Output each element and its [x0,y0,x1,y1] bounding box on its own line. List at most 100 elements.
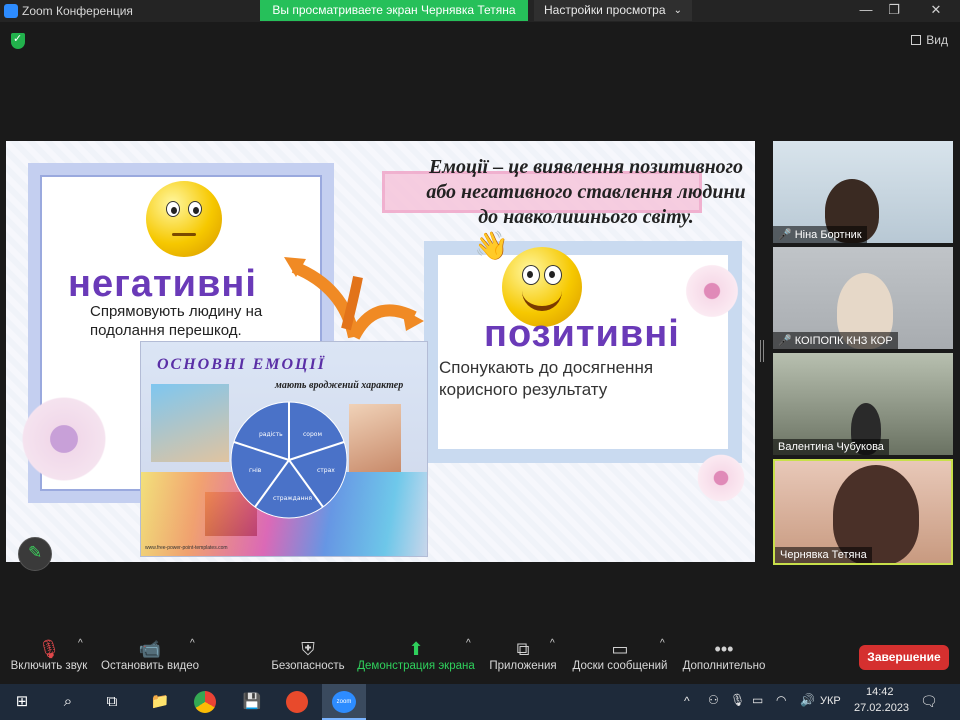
participant-name: Чернявка Тетяна [780,549,867,561]
eye [166,201,180,217]
eye [544,265,562,285]
apps-button[interactable]: ⧉ Приложения [486,638,560,672]
view-settings-label: Настройки просмотра [544,3,666,17]
screaming-face-photo [349,404,401,472]
restore-button[interactable]: ❐ [884,2,904,18]
meeting-toolbar: 🎙 Включить звук ^ 📹 Остановить видео ^ ⛨… [0,632,960,684]
grid-icon [911,35,922,45]
positive-desc-line: Спонукають до досягнення [439,358,654,377]
negative-desc-line: Спрямовують людину на [90,303,263,320]
notifications-icon[interactable]: 🗨 [920,693,938,710]
waving-hand-icon: 👋 [474,230,509,261]
save-disk-icon[interactable]: 💾 [240,690,264,714]
browser-icon[interactable] [286,691,308,713]
battery-icon[interactable]: ▭ [752,693,763,707]
shared-screen-slide: Емоції – це виявлення позитивного або не… [6,141,755,562]
participant-name: Валентина Чубукова [778,441,884,453]
more-label: Дополнительно [682,660,766,672]
participant-name-tag: Валентина Чубукова [773,439,889,455]
security-button[interactable]: ⛨ Безопасность [270,638,346,672]
share-screen-icon: ⬆ [408,639,424,659]
participant-name-tag: 🎤 Ніна Бортник [773,226,867,243]
close-button[interactable]: ✕ [926,2,946,18]
security-label: Безопасность [271,660,345,672]
microphone-icon[interactable]: 🎙 [730,693,745,707]
view-label: Вид [926,33,948,47]
share-banner: Вы просматриваете экран Чернявка Тетяна [260,0,528,21]
definition-text: Емоції – це виявлення позитивного або не… [426,156,746,228]
apps-options-caret[interactable]: ^ [550,638,555,649]
jumping-woman-photo [151,384,229,462]
whiteboards-button[interactable]: ▭ Доски сообщений [570,638,670,672]
zoom-taskbar-item[interactable]: zoom [322,684,366,720]
windows-start-icon[interactable]: ⊞ [10,690,34,714]
chrome-icon[interactable] [194,691,216,713]
mouth [172,233,196,236]
panel-credit: www.free-power-point-templates.com [145,545,228,551]
apps-icon: ⧉ [516,639,530,659]
tray-overflow-icon[interactable]: ^ [684,694,690,708]
participant-tile[interactable]: Валентина Чубукова [773,353,953,455]
audio-options-caret[interactable]: ^ [78,638,83,649]
muted-mic-icon: 🎤 [778,335,792,347]
share-screen-label: Демонстрация экрана [357,660,475,672]
whiteboards-label: Доски сообщений [572,660,668,672]
search-icon[interactable]: ⌕ [56,690,80,714]
apps-label: Приложения [489,660,557,672]
smile [522,291,562,311]
pie-label: страх [317,467,335,474]
participant-name: КОІПОПК КНЗ КОР [794,335,893,347]
more-dots-icon: ••• [714,639,734,659]
more-button[interactable]: ••• Дополнительно [680,638,768,672]
basic-emotions-panel: ОСНОВНІ ЕМОЦІЇ мають вроджений характер … [140,341,428,557]
pie-label: радість [259,431,283,438]
meet-now-icon[interactable]: ⚇ [708,693,719,707]
stop-video-button[interactable]: 📹 Остановить видео [100,638,200,672]
task-view-icon[interactable]: ⧉ [100,690,124,714]
clock-time[interactable]: 14:42 [866,686,894,698]
video-options-caret[interactable]: ^ [190,638,195,649]
language-indicator[interactable]: УКР [820,695,841,707]
window-title: Zoom Конференция [22,4,133,18]
panel-title: ОСНОВНІ ЕМОЦІЇ [157,356,326,373]
sad-smiley-icon [146,181,222,257]
chevron-down-icon: ⌄ [673,5,682,16]
zoom-icon: zoom [332,691,356,713]
participant-tile-active-speaker[interactable]: Чернявка Тетяна [773,459,953,565]
file-explorer-icon[interactable]: 📁 [148,690,172,714]
panel-subtitle: мають вроджений характер [275,380,404,391]
pie-label: гнів [249,467,262,474]
participant-tile[interactable]: 🎤 КОІПОПК КНЗ КОР [773,247,953,349]
muted-mic-icon: 🎤 [778,229,792,241]
whiteboards-options-caret[interactable]: ^ [660,638,665,649]
view-button[interactable]: Вид [911,33,948,47]
unmute-label: Включить звук [10,660,88,672]
panel-resize-handle[interactable] [760,340,764,362]
title-bar: Zoom Конференция Вы просматриваете экран… [0,0,960,22]
share-screen-button[interactable]: ⬆ Демонстрация экрана [356,638,476,672]
participant-tile[interactable]: 🎤 Ніна Бортник [773,141,953,243]
volume-icon[interactable]: 🔊 [800,693,815,707]
positive-description: Спонукають до досягнення корисного резул… [439,357,653,401]
negative-description: Спрямовують людину на подолання перешкод… [90,303,262,341]
orange-arrows-icon [284,257,424,340]
negative-title: негативні [68,263,257,305]
zoom-app-icon [4,4,18,18]
whiteboard-icon: ▭ [611,639,629,659]
eye [522,265,540,285]
annotate-pen-button[interactable] [18,537,52,571]
positive-title: позитивні [484,313,680,355]
clock-date[interactable]: 27.02.2023 [854,702,909,714]
wifi-icon[interactable]: ◠ [776,693,786,707]
flower-decoration [682,261,742,321]
stop-video-label: Остановить видео [101,660,199,672]
participant-name-tag: 🎤 КОІПОПК КНЗ КОР [773,332,898,349]
pie-label: страждання [273,495,312,502]
participant-name-tag: Чернявка Тетяна [775,547,872,563]
negative-desc-line: подолання перешкод. [90,321,242,339]
end-meeting-button[interactable]: Завершение [859,645,949,670]
view-settings-dropdown[interactable]: Настройки просмотра ⌄ [534,0,692,21]
encryption-shield-icon[interactable] [11,32,25,49]
minimize-button[interactable]: — [856,2,876,17]
share-options-caret[interactable]: ^ [466,638,471,649]
